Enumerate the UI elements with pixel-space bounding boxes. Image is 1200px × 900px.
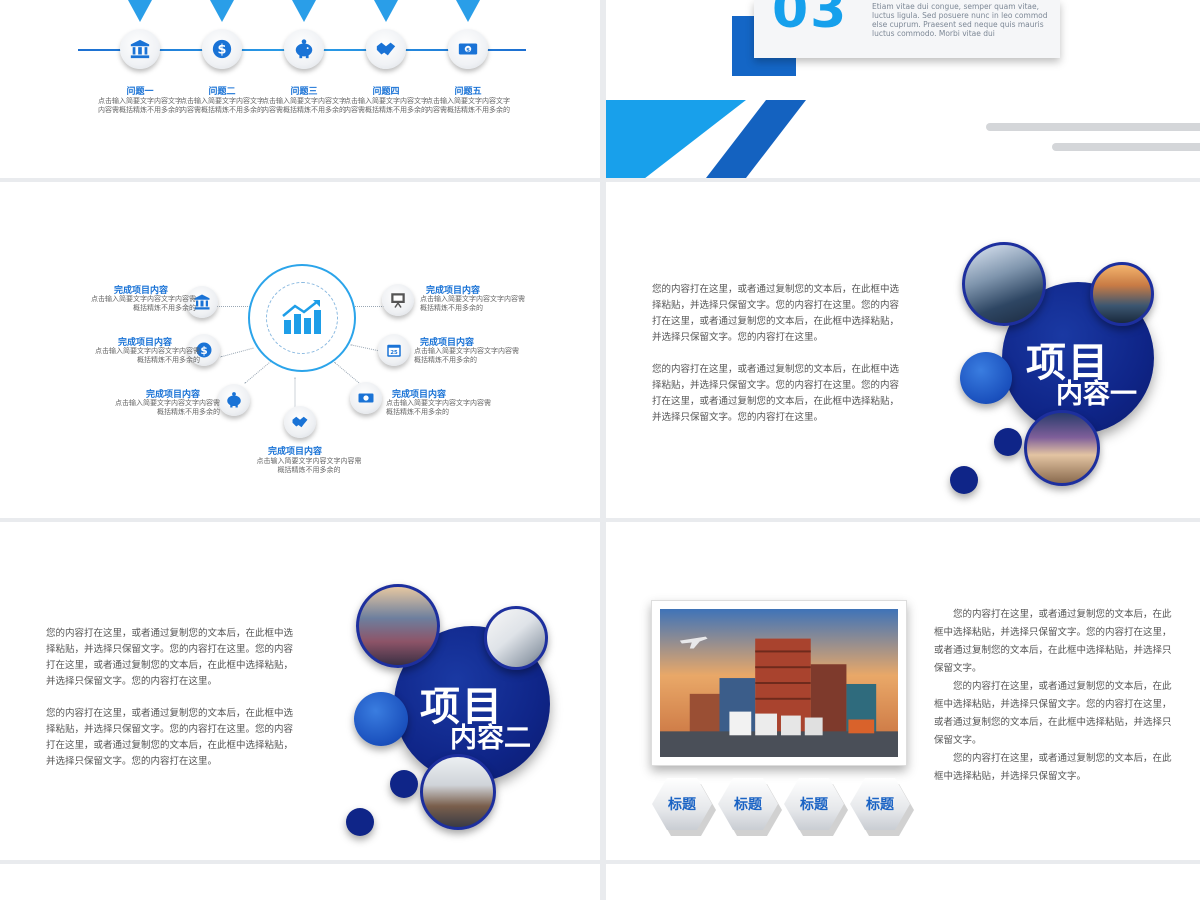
decor-dot [390, 770, 418, 798]
item-description: 点击输入简要文字内容文字内容需概括精炼不用多余的 [95, 347, 200, 364]
title-tag-label: 标题 [866, 797, 894, 813]
skyscraper-photo [962, 242, 1046, 326]
spoke-node[interactable] [218, 384, 250, 416]
container-port-photo [660, 609, 898, 757]
connector-line [220, 347, 254, 358]
decor-dot [994, 428, 1022, 456]
item-description: 点击输入简要文字内容文字内容需概括精炼不用多余的 [414, 347, 519, 364]
title-tag-label: 标题 [734, 797, 762, 813]
step-description: 点击输入简要文字内容文字内容需概括精炼不用多余的 [180, 97, 264, 114]
calendar-icon: 25 [387, 344, 401, 357]
slide-logistics[interactable]: 标题 标题 标题 标题 您的内容打在这里，或者通过复制您的文本后，在此框中选择粘… [606, 522, 1200, 860]
money-icon: $ [458, 43, 478, 55]
title-tag-label: 标题 [800, 797, 828, 813]
section-number: 03 [772, 0, 849, 40]
step-description: 点击输入简要文字内容文字内容需概括精炼不用多余的 [426, 97, 510, 114]
hub-circle[interactable] [248, 264, 356, 372]
slide-blank[interactable] [0, 864, 600, 900]
body-paragraph: 您的内容打在这里，或者通过复制您的文本后，在此框中选择粘贴，并选择只保留文字。您… [46, 708, 294, 767]
slide-project-one[interactable]: 您的内容打在这里，或者通过复制您的文本后，在此框中选择粘贴，并选择只保留文字。您… [606, 182, 1200, 518]
paperwork-photo [484, 606, 548, 670]
item-description: 点击输入简要文字内容文字内容需概括精炼不用多余的 [256, 457, 362, 474]
item-title: 完成项目内容 [268, 447, 323, 457]
spoke-node[interactable] [350, 382, 382, 414]
body-text: 您的内容打在这里，或者通过复制您的文本后，在此框中选择粘贴，并选择只保留文字。您… [934, 606, 1178, 786]
svg-text:$: $ [466, 47, 470, 53]
body-paragraph: 您的内容打在这里，或者通过复制您的文本后，在此框中选择粘贴，并选择只保留文字。您… [652, 364, 900, 423]
connector-line [294, 377, 296, 408]
handshake-icon [292, 416, 308, 428]
handshake-icon [376, 42, 396, 56]
growth-chart-icon [282, 300, 321, 334]
slide-section-number[interactable]: 03 Etiam vitae dui congue, semper quam v… [606, 0, 1200, 178]
circle-subtitle: 内容一 [1056, 379, 1137, 410]
piggy-bank-icon [227, 392, 241, 408]
spoke-node[interactable] [382, 284, 414, 316]
timeline-node[interactable] [284, 29, 324, 69]
svg-text:25: 25 [390, 350, 398, 356]
pointer-triangle [456, 0, 480, 22]
globe-dollar-icon: $ [212, 39, 232, 59]
spoke-node[interactable]: 25 [378, 334, 410, 366]
hub-inner-ring [266, 282, 338, 354]
body-paragraph: 您的内容打在这里，或者通过复制您的文本后，在此框中选择粘贴，并选择只保留文字。您… [934, 681, 1172, 746]
item-description: 点击输入简要文字内容文字内容需概括精炼不用多余的 [91, 295, 196, 312]
city-skyline-photo [1090, 262, 1154, 326]
decor-dot [960, 352, 1012, 404]
timeline-node[interactable]: $ [448, 29, 488, 69]
body-paragraph: 您的内容打在这里，或者通过复制您的文本后，在此框中选择粘贴，并选择只保留文字。您… [652, 284, 900, 343]
meeting-photo [420, 754, 496, 830]
money-icon [358, 393, 374, 403]
step-description: 点击输入简要文字内容文字内容需概括精炼不用多余的 [262, 97, 346, 114]
timeline-node[interactable] [366, 29, 406, 69]
pointer-triangle [374, 0, 398, 22]
body-paragraph: 您的内容打在这里，或者通过复制您的文本后，在此框中选择粘贴，并选择只保留文字。您… [46, 628, 294, 687]
photo-frame [651, 600, 907, 766]
piggy-bank-icon [295, 39, 313, 59]
pointer-triangle [210, 0, 234, 22]
bank-icon [130, 39, 150, 59]
timeline-node[interactable]: $ [202, 29, 242, 69]
section-latin-text: Etiam vitae dui congue, semper quam vita… [872, 2, 1048, 38]
pointer-triangle [128, 0, 152, 22]
city-street-photo [1024, 410, 1100, 486]
connector-line [216, 306, 252, 307]
pointer-triangle [292, 0, 316, 22]
step-title: 问题三 [290, 87, 318, 97]
step-title: 问题五 [454, 87, 482, 97]
item-description: 点击输入简要文字内容文字内容需概括精炼不用多余的 [420, 295, 525, 312]
step-title: 问题一 [126, 87, 154, 97]
item-description: 点击输入简要文字内容文字内容需概括精炼不用多余的 [386, 399, 491, 416]
body-paragraph: 您的内容打在这里，或者通过复制您的文本后，在此框中选择粘贴，并选择只保留文字。您… [934, 609, 1172, 674]
step-description: 点击输入简要文字内容文字内容需概括精炼不用多余的 [344, 97, 428, 114]
presentation-icon [391, 293, 405, 308]
decor-dot [346, 808, 374, 836]
slide-blank[interactable] [606, 864, 1200, 900]
slide-hub-diagram[interactable]: $ 25 完成项目内容 点击输入简要文字内容文字内容需概括精炼不用多余的 完成项… [0, 182, 600, 518]
item-description: 点击输入简要文字内容文字内容需概括精炼不用多余的 [115, 399, 220, 416]
spoke-node[interactable] [284, 406, 316, 438]
svg-text:$: $ [218, 43, 227, 58]
timeline-node[interactable] [120, 29, 160, 69]
circle-subtitle: 内容二 [450, 723, 531, 754]
decor-bar [1052, 143, 1200, 151]
body-paragraph: 您的内容打在这里，或者通过复制您的文本后，在此框中选择粘贴，并选择只保留文字。 [934, 753, 1172, 782]
decor-dot [354, 692, 408, 746]
step-title: 问题二 [208, 87, 236, 97]
connector-line [352, 306, 384, 307]
decor-bar [986, 123, 1200, 131]
slide-timeline[interactable]: $ $ 问题一 问题二 问题三 问题四 问题五 点击输入简要文字内容文字内容需概… [0, 0, 600, 178]
svg-text:$: $ [200, 345, 207, 357]
slide-gallery: $ $ 问题一 问题二 问题三 问题四 问题五 点击输入简要文字内容文字内容需概… [0, 0, 1200, 900]
title-tag-label: 标题 [668, 797, 696, 813]
slide-project-two[interactable]: 您的内容打在这里，或者通过复制您的文本后，在此框中选择粘贴，并选择只保留文字。您… [0, 522, 600, 860]
step-title: 问题四 [372, 87, 400, 97]
crowd-photo [356, 584, 440, 668]
decor-dot [950, 466, 978, 494]
step-description: 点击输入简要文字内容文字内容需概括精炼不用多余的 [98, 97, 182, 114]
